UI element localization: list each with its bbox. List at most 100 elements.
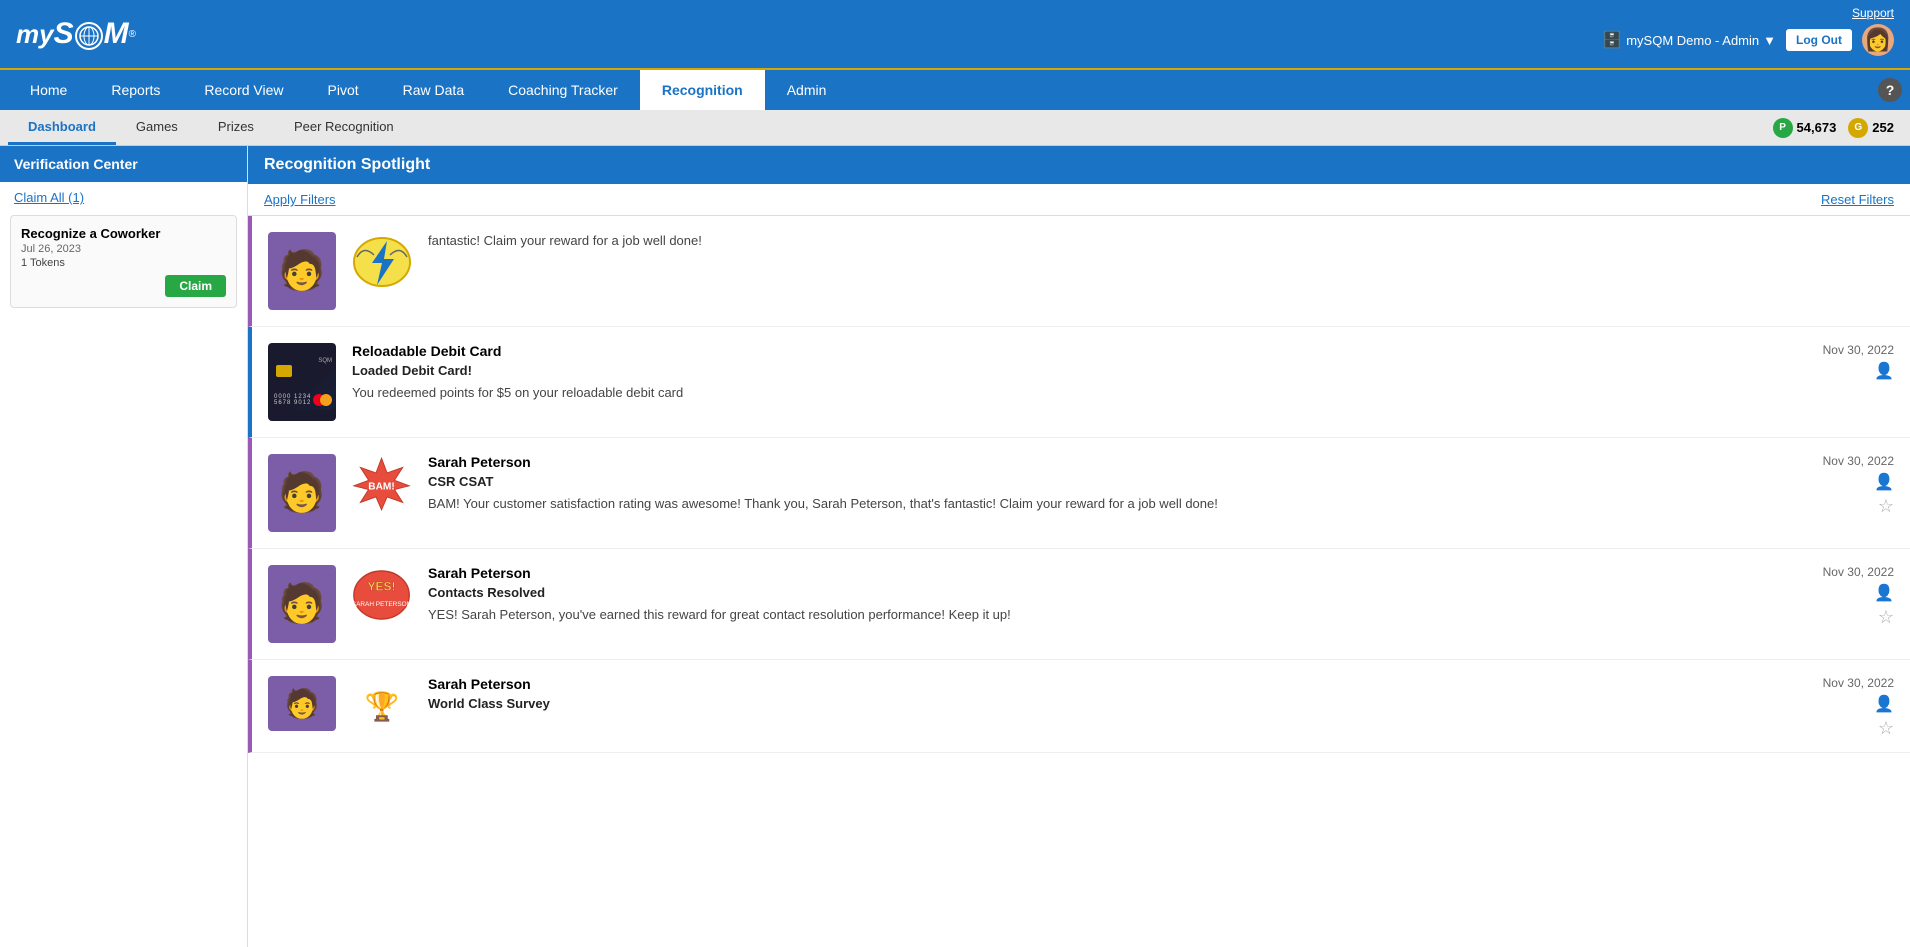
- item-5-title: World Class Survey: [428, 696, 1894, 711]
- star-icon-3[interactable]: ☆: [1878, 496, 1894, 517]
- item-1-desc: fantastic! Claim your reward for a job w…: [428, 232, 1894, 250]
- bam-badge-svg: BAM!: [352, 454, 412, 514]
- person-icon-4[interactable]: 👤: [1874, 583, 1894, 603]
- sub-nav-peer-recognition[interactable]: Peer Recognition: [274, 110, 414, 145]
- sidebar-card-footer: Claim: [21, 275, 226, 297]
- sub-nav-prizes[interactable]: Prizes: [198, 110, 274, 145]
- item-3-date: Nov 30, 2022: [1823, 454, 1894, 468]
- item-3-badge: BAM!: [352, 454, 412, 514]
- filter-bar: Apply Filters Reset Filters: [248, 184, 1910, 216]
- reset-filters-link[interactable]: Reset Filters: [1821, 192, 1894, 207]
- sub-nav-games[interactable]: Games: [116, 110, 198, 145]
- chip-icon: [276, 365, 292, 377]
- item-2-title: Loaded Debit Card!: [352, 363, 1894, 378]
- item-2-meta: Nov 30, 2022 👤: [1823, 343, 1894, 381]
- item-3-name: Sarah Peterson: [428, 454, 1894, 470]
- nav-raw-data[interactable]: Raw Data: [381, 70, 486, 110]
- nav-record-view[interactable]: Record View: [182, 70, 305, 110]
- item-3-avatar: 🧑: [268, 454, 336, 532]
- item-4-name: Sarah Peterson: [428, 565, 1894, 581]
- top-bar: my S M ® Support 🗄️ mySQM Demo - Admin ▼…: [0, 0, 1910, 68]
- item-4-title: Contacts Resolved: [428, 585, 1894, 600]
- mastercard-logo: [313, 394, 332, 406]
- top-right-area: Support 🗄️ mySQM Demo - Admin ▼ Log Out …: [1602, 0, 1894, 56]
- support-link[interactable]: Support: [1852, 6, 1894, 20]
- item-5-body: Sarah Peterson World Class Survey: [428, 676, 1894, 717]
- apply-filters-link[interactable]: Apply Filters: [264, 192, 336, 207]
- item-2-icons: 👤: [1874, 361, 1894, 381]
- sub-nav-dashboard[interactable]: Dashboard: [8, 110, 116, 145]
- points-g-value: 252: [1872, 120, 1894, 135]
- sub-nav-right: P 54,673 G 252: [1773, 110, 1902, 145]
- dropdown-icon[interactable]: ▼: [1763, 33, 1776, 48]
- sidebar-card-date: Jul 26, 2023: [21, 243, 226, 255]
- nav-pivot[interactable]: Pivot: [306, 70, 381, 110]
- item-1-avatar: 🧑: [268, 232, 336, 310]
- content-area: Recognition Spotlight Apply Filters Rese…: [248, 146, 1910, 947]
- item-4-icons: 👤: [1874, 583, 1894, 603]
- star-icon-5[interactable]: ☆: [1878, 718, 1894, 739]
- item-4-desc: YES! Sarah Peterson, you've earned this …: [428, 606, 1894, 624]
- item-3-desc: BAM! Your customer satisfaction rating w…: [428, 495, 1894, 513]
- person-icon-5[interactable]: 👤: [1874, 694, 1894, 714]
- nav-bar: Home Reports Record View Pivot Raw Data …: [0, 68, 1910, 110]
- sqm-card-label: SQM: [318, 358, 332, 364]
- item-2-desc: You redeemed points for $5 on your reloa…: [352, 384, 1894, 402]
- svg-text:YES!: YES!: [368, 579, 396, 593]
- item-2-name: Reloadable Debit Card: [352, 343, 1894, 359]
- nav-coaching-tracker[interactable]: Coaching Tracker: [486, 70, 640, 110]
- logout-button[interactable]: Log Out: [1786, 29, 1852, 51]
- spotlight-content[interactable]: 🧑 fantastic! Claim your reward for a job…: [248, 216, 1910, 947]
- sidebar: Verification Center Claim All (1) Recogn…: [0, 146, 248, 947]
- spotlight-item-3: 🧑 BAM! Sarah Peterson CSR CSAT BAM! Your…: [248, 438, 1910, 549]
- item-4-body: Sarah Peterson Contacts Resolved YES! Sa…: [428, 565, 1894, 624]
- claim-all-link[interactable]: Claim All (1): [0, 182, 247, 209]
- item-5-date: Nov 30, 2022: [1823, 676, 1894, 690]
- points-g-icon: G: [1848, 118, 1868, 138]
- points-g-badge: G 252: [1848, 118, 1894, 138]
- item-2-date: Nov 30, 2022: [1823, 343, 1894, 357]
- item-1-badge: [352, 232, 412, 292]
- item-2-avatar: 0000 1234 5678 9012 SQM: [268, 343, 336, 421]
- person-icon-3[interactable]: 👤: [1874, 472, 1894, 492]
- item-4-avatar: 🧑: [268, 565, 336, 643]
- item-5-name: Sarah Peterson: [428, 676, 1894, 692]
- star-icon-4[interactable]: ☆: [1878, 607, 1894, 628]
- item-5-badge: 🏆: [352, 676, 412, 736]
- item-5-meta: Nov 30, 2022 👤 ☆: [1823, 676, 1894, 739]
- item-3-body: Sarah Peterson CSR CSAT BAM! Your custom…: [428, 454, 1894, 513]
- item-1-body: fantastic! Claim your reward for a job w…: [428, 232, 1894, 250]
- recognition-spotlight-header: Recognition Spotlight: [248, 146, 1910, 184]
- nav-home[interactable]: Home: [8, 70, 89, 110]
- avatar-sarah-icon-5: 🧑: [285, 687, 320, 720]
- logo-registered: ®: [129, 29, 136, 40]
- avatar: 👩: [1862, 24, 1894, 56]
- item-5-avatar: 🧑: [268, 676, 336, 731]
- sub-nav: Dashboard Games Prizes Peer Recognition …: [0, 110, 1910, 146]
- item-3-icons: 👤: [1874, 472, 1894, 492]
- spotlight-item-1: 🧑 fantastic! Claim your reward for a job…: [248, 216, 1910, 327]
- nav-reports[interactable]: Reports: [89, 70, 182, 110]
- points-p-value: 54,673: [1797, 120, 1837, 135]
- help-icon[interactable]: ?: [1878, 78, 1902, 102]
- sidebar-scroll[interactable]: Claim All (1) Recognize a Coworker Jul 2…: [0, 182, 247, 947]
- logo: my S M ®: [16, 17, 136, 51]
- db-icon: 🗄️: [1602, 30, 1622, 50]
- nav-admin[interactable]: Admin: [765, 70, 849, 110]
- points-p-badge: P 54,673: [1773, 118, 1837, 138]
- user-label: 🗄️ mySQM Demo - Admin ▼: [1602, 30, 1776, 50]
- logo-sqm: S: [54, 17, 74, 51]
- item-3-title: CSR CSAT: [428, 474, 1894, 489]
- claim-button[interactable]: Claim: [165, 275, 226, 297]
- item-4-meta: Nov 30, 2022 👤 ☆: [1823, 565, 1894, 628]
- logo-my: my: [16, 19, 54, 50]
- globe-svg: [78, 25, 100, 47]
- item-3-meta: Nov 30, 2022 👤 ☆: [1823, 454, 1894, 517]
- spotlight-item-2: 0000 1234 5678 9012 SQM Reloadable Debit…: [248, 327, 1910, 438]
- item-5-icons: 👤: [1874, 694, 1894, 714]
- nav-recognition[interactable]: Recognition: [640, 70, 765, 110]
- svg-text:BAM!: BAM!: [368, 482, 394, 493]
- item-2-body: Reloadable Debit Card Loaded Debit Card!…: [352, 343, 1894, 402]
- person-icon-2[interactable]: 👤: [1874, 361, 1894, 381]
- avatar-sarah-icon-4: 🧑: [278, 582, 325, 626]
